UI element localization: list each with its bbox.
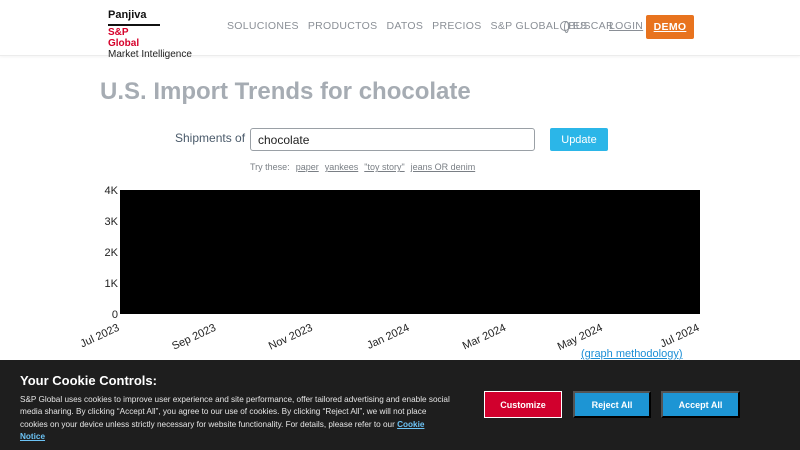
- x-tick-label: Jul 2024: [658, 322, 701, 350]
- try-these-label: Try these:: [250, 162, 290, 172]
- brand-tagline: Market Intelligence: [108, 49, 192, 60]
- brand-parent: S&P Global: [108, 24, 160, 49]
- x-tick-label: Jan 2024: [365, 322, 411, 352]
- cookie-description: S&P Global uses cookies to improve user …: [20, 394, 450, 444]
- import-trends-chart: 0 1K 2K 3K 4K Jul 2023 Sep 2023 Nov 2023 Jan 202…: [78, 185, 701, 353]
- cookie-title: Your Cookie Controls:: [20, 373, 157, 388]
- nav-item-datos[interactable]: DATOS: [386, 20, 423, 32]
- x-tick-label: Nov 2023: [267, 322, 315, 353]
- chart-area-fill: [120, 190, 700, 314]
- login-link[interactable]: LOGIN: [609, 20, 643, 32]
- example-link-yankees[interactable]: yankees: [325, 162, 359, 172]
- cookie-reject-all-button[interactable]: Reject All: [573, 391, 651, 418]
- update-button[interactable]: Update: [550, 128, 608, 151]
- nav-item-precios[interactable]: PRECIOS: [432, 20, 481, 32]
- try-these-row: Try these: paper yankees "toy story" jea…: [250, 162, 475, 172]
- x-tick-label: Sep 2023: [170, 322, 218, 353]
- demo-button[interactable]: DEMO: [646, 15, 694, 39]
- y-tick-label: 4K: [105, 185, 119, 197]
- nav-item-sp-global[interactable]: S&P GLOBAL: [491, 20, 560, 32]
- shipments-label: Shipments of: [175, 131, 246, 145]
- brand-name: Panjiva: [108, 9, 147, 21]
- brand-logo[interactable]: Panjiva S&P Global Market Intelligence: [108, 9, 192, 61]
- page-title: U.S. Import Trends for chocolate: [100, 78, 471, 105]
- globe-icon: [560, 21, 570, 33]
- example-link-paper[interactable]: paper: [296, 162, 319, 172]
- cookie-text: S&P Global uses cookies to improve user …: [20, 395, 450, 429]
- cookie-accept-all-button[interactable]: Accept All: [661, 391, 740, 418]
- main-nav: SOLUCIONES PRODUCTOS DATOS PRECIOS S&P G…: [227, 20, 614, 32]
- y-tick-label: 1K: [105, 278, 119, 290]
- graph-methodology-link[interactable]: (graph methodology): [581, 348, 683, 360]
- language-selector[interactable]: ES: [560, 20, 588, 33]
- example-link-toy-story[interactable]: "toy story": [364, 162, 404, 172]
- y-tick-label: 2K: [105, 247, 119, 259]
- y-tick-label: 3K: [105, 216, 119, 228]
- nav-item-productos[interactable]: PRODUCTOS: [308, 20, 378, 32]
- example-link-jeans-denim[interactable]: jeans OR denim: [411, 162, 476, 172]
- cookie-customize-button[interactable]: Customize: [484, 391, 562, 418]
- nav-item-soluciones[interactable]: SOLUCIONES: [227, 20, 299, 32]
- y-tick-label: 0: [112, 309, 118, 321]
- x-tick-label: Jul 2023: [78, 322, 121, 350]
- x-tick-label: Mar 2024: [461, 322, 508, 353]
- site-header: Panjiva S&P Global Market Intelligence S…: [0, 0, 800, 60]
- language-label: ES: [573, 20, 588, 32]
- shipments-search-input[interactable]: [250, 128, 535, 151]
